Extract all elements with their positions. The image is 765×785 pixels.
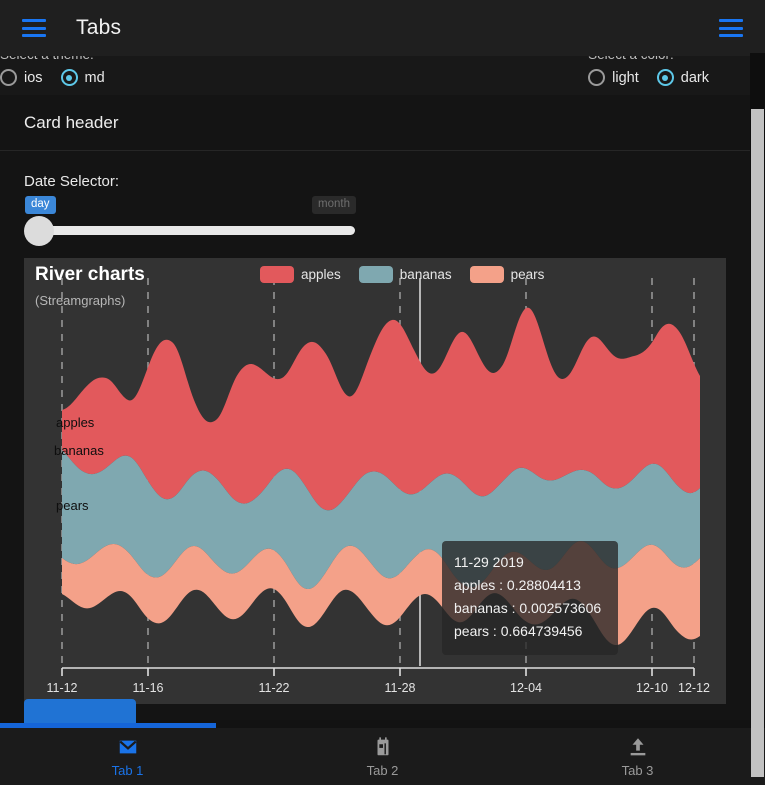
mail-icon (118, 740, 137, 753)
vertical-scrollbar-thumb[interactable] (751, 109, 764, 777)
radio-dot-icon (656, 69, 674, 86)
date-selector-label: Date Selector: (24, 173, 120, 190)
color-selector-caption: Select a color: (588, 56, 709, 63)
slider-track[interactable] (36, 226, 355, 235)
theme-selector-group: Select a theme: ios md (0, 56, 105, 86)
tooltip-date: 11-29 2019 (454, 554, 524, 570)
chart-subtitle: (Streamgraphs) (35, 293, 126, 308)
legend-item-bananas[interactable]: bananas (358, 266, 452, 283)
radio-theme-ios[interactable]: ios (0, 69, 43, 86)
x-tick-label: 12-04 (510, 681, 542, 695)
color-selector-group: Select a color: light dark (588, 56, 709, 86)
chart-x-axis (61, 667, 695, 676)
tab-bar: Tab 1 Tab 2 Tab 3 (0, 728, 765, 785)
toolbar: Tabs (0, 0, 765, 56)
inline-series-label-bananas: bananas (54, 443, 104, 458)
hamburger-menu-icon-right[interactable] (719, 19, 743, 37)
inline-series-label-apples: apples (56, 415, 95, 430)
legend-item-pears[interactable]: pears (469, 266, 545, 283)
date-range-slider[interactable]: day month (24, 196, 356, 252)
slider-min-label: day (25, 196, 56, 214)
color-radio-row: light dark (588, 69, 709, 86)
x-tick-label: 12-12 (678, 681, 710, 695)
tab-label: Tab 3 (621, 762, 654, 778)
slider-knob[interactable] (24, 216, 54, 246)
tab-item-2[interactable]: Tab 2 (255, 728, 510, 785)
inline-series-label-pears: pears (56, 498, 89, 513)
radio-label: md (84, 69, 105, 86)
legend-label: apples (301, 267, 341, 282)
radio-label: dark (680, 69, 709, 86)
legend-label: bananas (399, 267, 452, 282)
chart-title: River charts (35, 264, 145, 285)
tab-item-1[interactable]: Tab 1 (0, 728, 255, 785)
legend-swatch-icon (469, 266, 504, 283)
streamgraph-svg: 11-12 11-16 11-22 11-28 12-04 12-10 12-1… (46, 278, 710, 695)
chart-x-tick-labels: 11-12 11-16 11-22 11-28 12-04 12-10 12-1… (46, 681, 710, 695)
tab-item-3[interactable]: Tab 3 (510, 728, 765, 785)
theme-radio-row: ios md (0, 69, 105, 86)
card: Card header Date Selector: day month 11-… (0, 95, 750, 729)
app-root: Tabs Select a theme: ios md Select a col… (0, 0, 765, 785)
legend-swatch-icon (358, 266, 393, 283)
radio-label: ios (24, 69, 43, 86)
tooltip-row-pears: pears : 0.664739456 (454, 623, 583, 639)
theme-selector-caption: Select a theme: (0, 56, 105, 63)
tab-label: Tab 2 (366, 762, 399, 778)
x-tick-label: 12-10 (636, 681, 668, 695)
tab-label: Tab 1 (111, 762, 144, 778)
tooltip-row-bananas: bananas : 0.002573606 (454, 600, 602, 616)
legend-swatch-icon (260, 266, 294, 283)
radio-dot-icon (60, 69, 78, 86)
upload-icon (630, 737, 645, 755)
x-tick-label: 11-28 (384, 681, 415, 695)
x-tick-label: 11-22 (258, 681, 289, 695)
river-chart-panel[interactable]: 11-12 11-16 11-22 11-28 12-04 12-10 12-1… (24, 258, 726, 704)
selector-strip: Select a theme: ios md Select a color: l… (0, 56, 750, 95)
hamburger-menu-icon[interactable] (22, 19, 46, 37)
card-body: Date Selector: day month 11-12 11-16 11-… (0, 151, 750, 704)
legend-item-apples[interactable]: apples (260, 266, 341, 283)
card-header: Card header (0, 95, 750, 151)
page-title: Tabs (76, 16, 122, 39)
radio-color-dark[interactable]: dark (656, 69, 709, 86)
radio-label: light (612, 69, 639, 86)
radio-dot-icon (588, 69, 606, 86)
tooltip-row-apples: apples : 0.28804413 (454, 577, 581, 593)
chart-legend: apples bananas pears (260, 266, 553, 283)
chart-tooltip: 11-29 2019 apples : 0.28804413 bananas :… (442, 541, 618, 655)
vertical-scrollbar-track[interactable] (750, 53, 765, 777)
x-tick-label: 11-12 (46, 681, 77, 695)
radio-theme-md[interactable]: md (60, 69, 105, 86)
slider-max-label: month (312, 196, 356, 214)
radio-dot-icon (0, 69, 17, 86)
radio-color-light[interactable]: light (588, 69, 639, 86)
calendar-icon (377, 736, 388, 755)
x-tick-label: 11-16 (132, 681, 163, 695)
legend-label: pears (510, 267, 545, 282)
